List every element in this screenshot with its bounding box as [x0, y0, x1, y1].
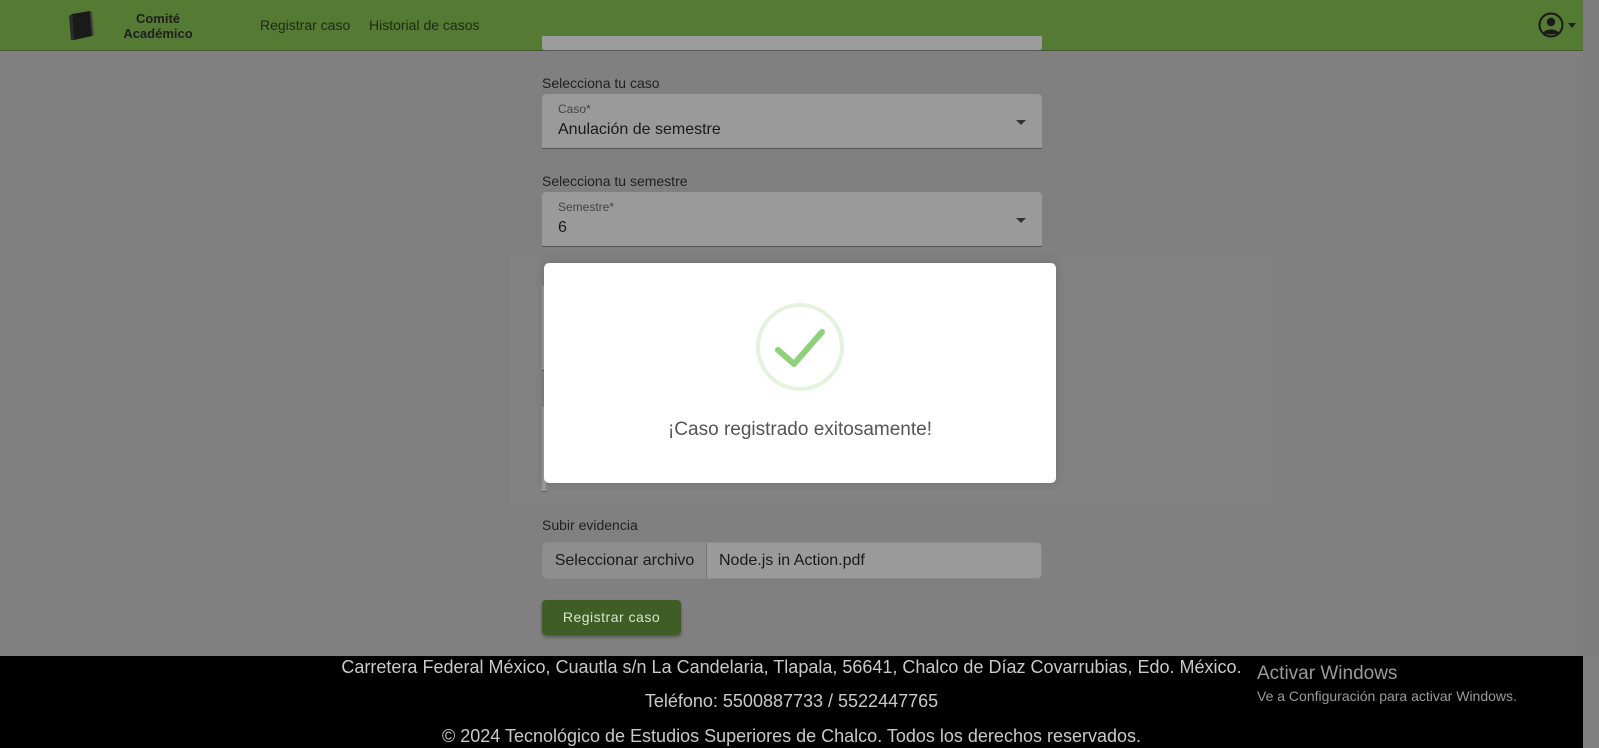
footer-copyright: © 2024 Tecnológico de Estudios Superiore… — [441, 726, 1142, 746]
page-scrollbar[interactable] — [1583, 0, 1599, 656]
dropdown-arrow-icon — [1016, 120, 1026, 125]
check-circle-icon — [756, 303, 844, 391]
case-select[interactable]: Caso* Anulación de semestre — [542, 94, 1042, 149]
user-account-icon — [1538, 12, 1564, 38]
previous-field[interactable] — [542, 36, 1042, 51]
success-dialog: ¡Caso registrado exitosamente! — [544, 263, 1056, 483]
case-label: Selecciona tu caso — [542, 75, 660, 91]
semester-value: 6 — [558, 219, 567, 236]
semester-field-label: Semestre* — [558, 200, 615, 214]
nav-link-registrar-caso[interactable]: Registrar caso — [260, 17, 350, 33]
select-file-button[interactable]: Seleccionar archivo — [543, 543, 707, 578]
windows-activation-subtitle: Ve a Configuración para activar Windows. — [1257, 688, 1517, 704]
case-value: Anulación de semestre — [558, 121, 721, 138]
case-field-label: Caso* — [558, 102, 591, 116]
nav-link-historial-casos[interactable]: Historial de casos — [369, 17, 480, 33]
windows-activation-title: Activar Windows — [1257, 663, 1398, 684]
semester-label: Selecciona tu semestre — [542, 173, 688, 189]
register-case-button[interactable]: Registrar caso — [542, 600, 681, 635]
brand-line-2: Académico — [123, 26, 193, 41]
semester-select[interactable]: Semestre* 6 — [542, 192, 1042, 247]
evidence-file-input[interactable]: Seleccionar archivo Node.js in Action.pd… — [542, 542, 1042, 579]
dropdown-arrow-icon — [1016, 218, 1026, 223]
brand-logo[interactable] — [68, 9, 96, 43]
user-menu[interactable] — [1538, 12, 1576, 38]
brand-name[interactable]: Comité Académico — [116, 11, 200, 41]
book-icon — [69, 11, 94, 40]
selected-file-name: Node.js in Action.pdf — [719, 552, 865, 569]
brand-line-1: Comité — [135, 11, 181, 26]
evidence-label: Subir evidencia — [542, 517, 638, 533]
chevron-down-icon — [1568, 22, 1576, 28]
success-message: ¡Caso registrado exitosamente! — [667, 419, 932, 440]
